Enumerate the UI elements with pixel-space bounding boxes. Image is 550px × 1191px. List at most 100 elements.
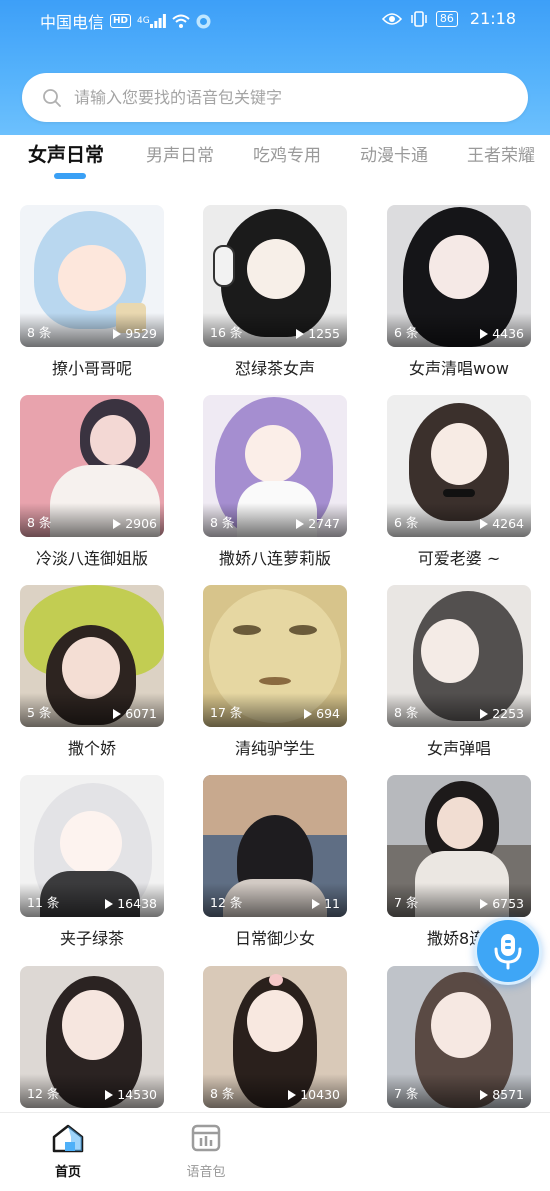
card-title: 女声清唱wow (409, 359, 509, 378)
nav-voice-pack[interactable]: 语音包 (166, 1123, 246, 1180)
play-count: 9529 (113, 326, 157, 341)
play-icon (480, 708, 489, 719)
voice-pack-card[interactable]: 8 条 2253 女声弹唱 (387, 585, 531, 758)
voice-pack-card[interactable]: 6 条 4436 女声清唱wow (387, 205, 531, 378)
search-bar[interactable] (22, 73, 528, 122)
clock-label: 21:18 (469, 9, 516, 28)
clip-count: 6 条 (394, 515, 419, 530)
nav-home[interactable]: 首页 (28, 1123, 108, 1180)
app-notification-icon (196, 14, 211, 29)
play-icon (480, 518, 489, 529)
card-title: 夹子绿茶 (59, 929, 124, 948)
card-thumbnail: 7 条 6753 (387, 775, 531, 917)
voice-pack-card[interactable]: 6 条 4264 可爱老婆 ~ (387, 395, 531, 568)
play-count: 6753 (480, 896, 524, 911)
card-title: 可爱老婆 ~ (417, 549, 501, 568)
clip-count: 8 条 (210, 515, 235, 530)
play-icon (113, 328, 122, 339)
clip-count: 16 条 (210, 325, 243, 340)
category-tabs: 女声日常 男声日常 吃鸡专用 动漫卡通 王者荣耀 (0, 135, 550, 187)
active-tab-indicator (54, 173, 86, 179)
cellular-signal-icon: 4G (137, 14, 166, 28)
voice-pack-icon (191, 1124, 221, 1152)
card-title: 清纯驴学生 (234, 739, 315, 758)
nav-home-label: 首页 (54, 1165, 81, 1180)
card-thumbnail: 6 条 4264 (387, 395, 531, 537)
status-bar: 中国电信 HD 4G 86 21:18 (0, 0, 550, 36)
card-title: 冷淡八连御姐版 (35, 549, 148, 568)
play-icon (288, 1089, 297, 1100)
voice-pack-card[interactable]: 7 条 6753 撒娇8连- (387, 775, 531, 948)
card-thumbnail: 11 条 16438 (20, 775, 164, 917)
play-count: 2253 (480, 706, 524, 721)
card-thumbnail: 17 条 694 (203, 585, 347, 727)
battery-icon: 86 (435, 10, 458, 27)
play-icon (296, 518, 305, 529)
card-thumbnail: 8 条 10430 (203, 966, 347, 1108)
voice-pack-card[interactable]: 8 条 2747 撒娇八连萝莉版 (203, 395, 347, 568)
card-thumbnail: 8 条 2253 (387, 585, 531, 727)
card-thumbnail: 8 条 9529 (20, 205, 164, 347)
play-count: 694 (304, 706, 340, 721)
tab-anime[interactable]: 动漫卡通 (360, 141, 428, 166)
tab-pubg[interactable]: 吃鸡专用 (253, 141, 321, 166)
nav-voice-pack-label: 语音包 (186, 1165, 226, 1180)
play-count: 2747 (296, 516, 340, 531)
tab-female-daily[interactable]: 女声日常 (28, 140, 104, 167)
clip-count: 8 条 (27, 515, 52, 530)
clip-count: 7 条 (394, 1086, 419, 1101)
play-count: 2906 (113, 516, 157, 531)
clip-count: 12 条 (27, 1086, 60, 1101)
card-title: 撩小哥哥呢 (51, 359, 132, 378)
play-count: 8571 (480, 1087, 524, 1102)
play-icon (105, 898, 114, 909)
play-icon (480, 1089, 489, 1100)
clip-count: 8 条 (210, 1086, 235, 1101)
card-thumbnail: 6 条 4436 (387, 205, 531, 347)
play-icon (113, 518, 122, 529)
card-title: 日常御少女 (234, 929, 315, 948)
vibrate-icon (410, 10, 428, 27)
wifi-icon (172, 14, 190, 28)
tab-male-daily[interactable]: 男声日常 (146, 141, 214, 166)
voice-pack-card[interactable]: 8 条 9529 撩小哥哥呢 (20, 205, 164, 378)
voice-pack-card[interactable]: 12 条 14530 (20, 966, 164, 1108)
clip-count: 11 条 (27, 895, 60, 910)
play-count: 11 (312, 896, 340, 911)
voice-pack-card[interactable]: 5 条 6071 撒个娇 (20, 585, 164, 758)
voice-pack-card[interactable]: 17 条 694 清纯驴学生 (203, 585, 347, 758)
play-icon (105, 1089, 114, 1100)
card-title: 撒个娇 (67, 739, 116, 758)
voice-pack-grid: 8 条 9529 撩小哥哥呢 16 条 1255 怼绿茶女声 6 条 4436 (0, 205, 550, 1110)
play-icon (113, 708, 122, 719)
home-icon (52, 1124, 84, 1153)
clip-count: 6 条 (394, 325, 419, 340)
search-input[interactable] (74, 88, 474, 107)
voice-pack-card[interactable]: 8 条 2906 冷淡八连御姐版 (20, 395, 164, 568)
play-count: 1255 (296, 326, 340, 341)
card-thumbnail: 7 条 8571 (387, 966, 531, 1108)
play-icon (480, 328, 489, 339)
card-title: 撒娇八连萝莉版 (218, 549, 331, 568)
play-count: 4264 (480, 516, 524, 531)
play-count: 16438 (105, 896, 157, 911)
play-icon (296, 328, 305, 339)
voice-pack-card[interactable]: 16 条 1255 怼绿茶女声 (203, 205, 347, 378)
tab-honor-of-kings[interactable]: 王者荣耀 (467, 141, 535, 166)
card-thumbnail: 12 条 11 (203, 775, 347, 917)
card-thumbnail: 5 条 6071 (20, 585, 164, 727)
clip-count: 17 条 (210, 705, 243, 720)
card-thumbnail: 8 条 2906 (20, 395, 164, 537)
play-count: 14530 (105, 1087, 157, 1102)
voice-pack-card[interactable]: 8 条 10430 (203, 966, 347, 1108)
clip-count: 5 条 (27, 705, 52, 720)
voice-pack-card[interactable]: 11 条 16438 夹子绿茶 (20, 775, 164, 948)
eye-comfort-icon (381, 12, 402, 26)
voice-pack-card[interactable]: 12 条 11 日常御少女 (203, 775, 347, 948)
card-title: 怼绿茶女声 (234, 359, 315, 378)
play-icon (304, 708, 313, 719)
clip-count: 12 条 (210, 895, 243, 910)
voice-pack-card[interactable]: 7 条 8571 (387, 966, 531, 1108)
record-voice-button[interactable] (474, 917, 542, 985)
play-count: 6071 (113, 706, 157, 721)
